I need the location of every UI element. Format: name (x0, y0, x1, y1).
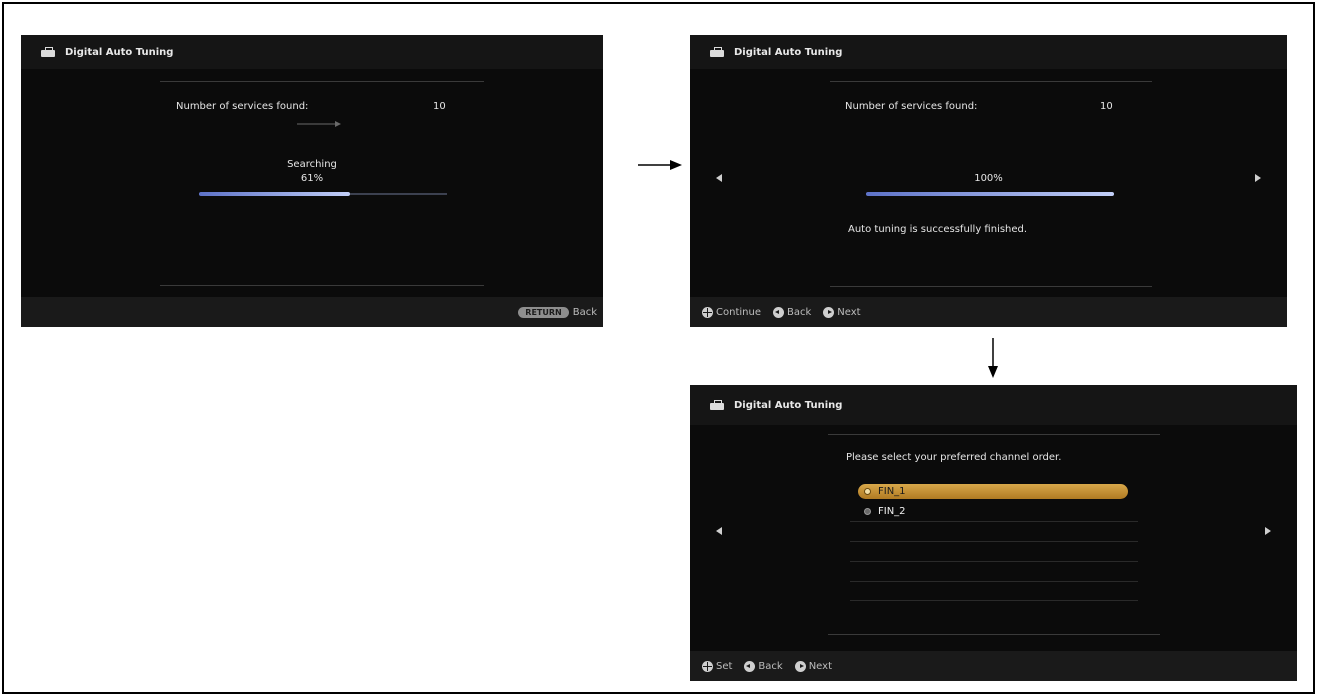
services-found-label: Number of services found: (176, 101, 309, 112)
back-label: Back (786, 306, 812, 318)
channel-order-prompt: Please select your preferred channel ord… (846, 452, 1062, 463)
progress-fill (866, 192, 1114, 196)
option-label: FIN_1 (878, 486, 906, 497)
dpad-right-icon (794, 660, 806, 672)
tuning-screen-channel-order: Digital Auto Tuning Please select your p… (690, 385, 1297, 681)
divider-bottom (160, 285, 484, 286)
toolbox-icon (710, 46, 724, 57)
dpad-right-icon (823, 306, 835, 318)
dpad-center-icon (702, 660, 713, 672)
screen-header: Digital Auto Tuning (690, 385, 1297, 425)
services-found-label: Number of services found: (845, 101, 978, 112)
tuning-screen-finished: Digital Auto Tuning Number of services f… (690, 35, 1287, 327)
divider-bottom (830, 286, 1152, 287)
continue-hint[interactable]: Continue (702, 306, 761, 318)
screen-header: Digital Auto Tuning (21, 35, 603, 69)
radio-unselected-icon (864, 508, 871, 515)
progress-percent: 61% (300, 173, 324, 184)
channel-option-fin-2[interactable]: FIN_2 (858, 504, 1128, 519)
toolbox-icon (710, 399, 724, 410)
progress-bar (866, 192, 1114, 196)
divider-top (160, 81, 484, 82)
progress-percent: 100% (974, 173, 1003, 184)
progress-fill (199, 192, 351, 196)
services-found-count: 10 (433, 101, 446, 112)
screen-footer: Continue Back Next (690, 297, 1287, 327)
screen-footer: Set Back Next (690, 651, 1297, 681)
status-message: Auto tuning is successfully finished. (848, 224, 1028, 235)
dpad-center-icon (702, 306, 713, 318)
set-label: Set (716, 660, 733, 672)
list-row-divider (850, 541, 1138, 542)
next-label: Next (808, 660, 832, 672)
list-row-divider (850, 521, 1138, 522)
dpad-left-icon (744, 660, 756, 672)
next-label: Next (837, 306, 861, 318)
screen-header: Digital Auto Tuning (690, 35, 1287, 69)
divider-top (830, 81, 1152, 82)
set-hint[interactable]: Set (702, 660, 733, 672)
option-label: FIN_2 (878, 506, 906, 517)
next-hint[interactable]: Next (794, 660, 832, 672)
back-hint[interactable]: Back (744, 660, 783, 672)
services-found-count: 10 (1100, 101, 1113, 112)
channel-option-fin-1[interactable]: FIN_1 (858, 484, 1128, 499)
list-row-divider (850, 600, 1138, 601)
screen-title: Digital Auto Tuning (65, 46, 174, 58)
list-row-divider (850, 581, 1138, 582)
arrow-right-icon (297, 121, 341, 127)
progress-bar (199, 192, 447, 196)
dpad-left-icon (772, 306, 784, 318)
screen-title: Digital Auto Tuning (734, 399, 843, 411)
back-label: Back (572, 306, 597, 318)
back-label: Back (758, 660, 783, 672)
nav-left-arrow-icon[interactable] (716, 527, 722, 535)
radio-selected-icon (864, 488, 871, 495)
toolbox-icon (41, 46, 55, 57)
next-hint[interactable]: Next (823, 306, 861, 318)
flow-arrow-down-icon (988, 338, 998, 378)
screen-footer: RETURN Back (21, 297, 603, 327)
status-label: Searching (287, 159, 337, 170)
back-hint[interactable]: Back (772, 306, 812, 318)
continue-label: Continue (716, 306, 761, 318)
screen-title: Digital Auto Tuning (734, 46, 843, 58)
nav-right-arrow-icon[interactable] (1265, 527, 1271, 535)
tuning-screen-searching: Digital Auto Tuning Number of services f… (21, 35, 603, 327)
return-button[interactable]: RETURN (518, 306, 569, 318)
flow-arrow-right-icon (638, 160, 682, 170)
divider-bottom (828, 634, 1160, 635)
list-row-divider (850, 561, 1138, 562)
divider-top (828, 434, 1160, 435)
